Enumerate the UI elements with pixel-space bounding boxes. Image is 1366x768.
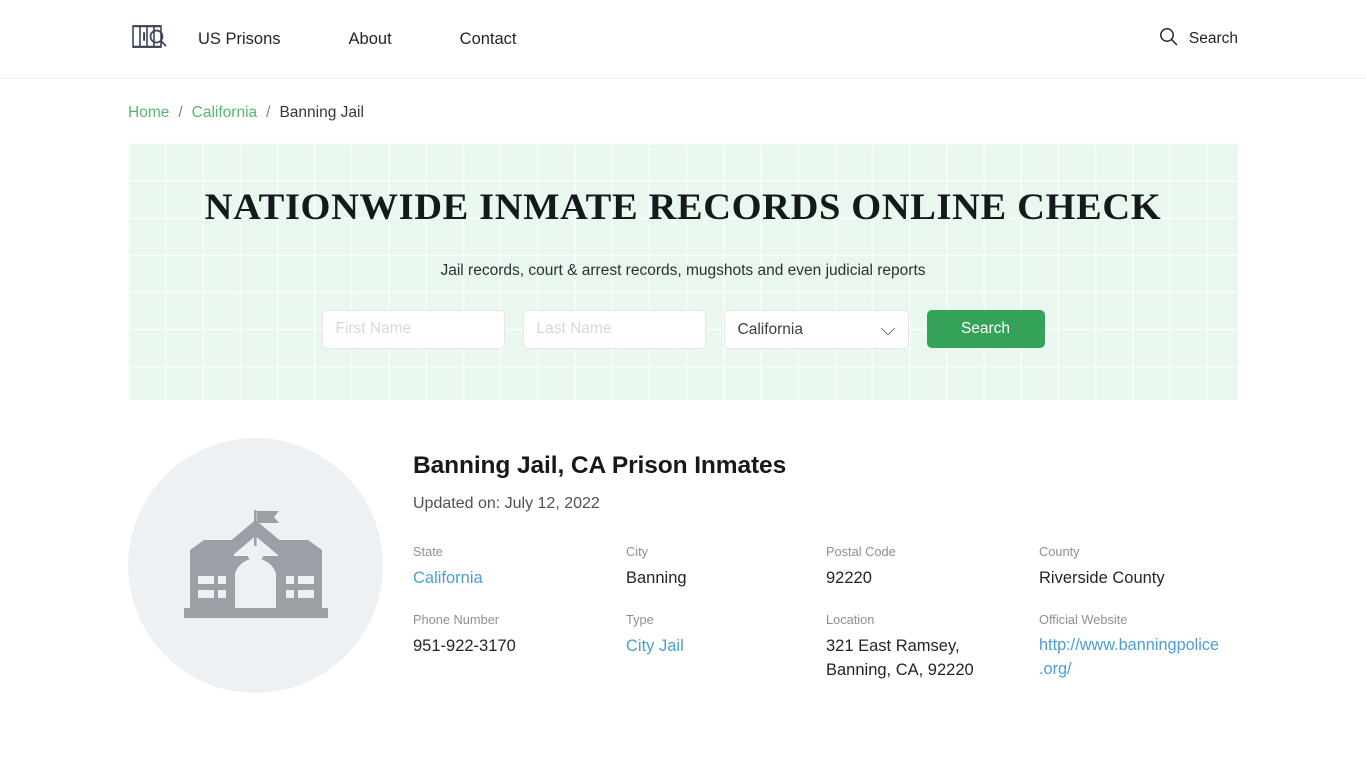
institution-building-icon xyxy=(182,502,330,629)
breadcrumb-item-home[interactable]: Home xyxy=(128,105,169,121)
state-link[interactable]: California xyxy=(413,569,483,587)
type-link[interactable]: City Jail xyxy=(626,637,684,655)
inmate-search-form: California Search xyxy=(128,309,1238,349)
fact-label: County xyxy=(1039,543,1080,559)
hero-title: NATIONWIDE INMATE RECORDS ONLINE CHECK xyxy=(204,186,1162,228)
fact-state: State California xyxy=(413,544,626,590)
header-search-label: Search xyxy=(1188,30,1238,47)
last-name-input[interactable] xyxy=(522,309,706,349)
hero-banner: NATIONWIDE INMATE RECORDS ONLINE CHECK J… xyxy=(128,142,1238,400)
fact-value: 92220 xyxy=(826,568,872,587)
facility-info-column: Banning Jail, CA Prison Inmates Updated … xyxy=(413,438,1254,683)
fact-value: 321 East Ramsey, Banning, CA, 92220 xyxy=(826,637,974,680)
search-icon xyxy=(1159,27,1178,51)
fact-type: Type City Jail xyxy=(626,612,826,683)
facility-detail: Banning Jail, CA Prison Inmates Updated … xyxy=(0,400,1366,693)
page-title: Banning Jail, CA Prison Inmates xyxy=(413,451,787,479)
hero-wrapper: NATIONWIDE INMATE RECORDS ONLINE CHECK J… xyxy=(0,121,1366,400)
fact-value: Riverside County xyxy=(1039,568,1165,587)
first-name-input[interactable] xyxy=(321,309,505,349)
nav-item-contact[interactable]: Contact xyxy=(460,31,517,48)
hero-content: NATIONWIDE INMATE RECORDS ONLINE CHECK J… xyxy=(128,143,1238,349)
fact-label: Phone Number xyxy=(413,611,500,627)
facility-photo-column xyxy=(128,437,413,693)
breadcrumb-separator: / xyxy=(178,104,183,121)
facility-facts-grid: State California City Banning Postal Cod… xyxy=(413,544,1254,683)
hero-subtitle: Jail records, court & arrest records, mu… xyxy=(440,261,926,279)
state-select[interactable]: California xyxy=(723,309,909,349)
breadcrumb-item-current: Banning Jail xyxy=(279,104,364,121)
facility-photo-placeholder xyxy=(128,437,383,693)
site-header: US Prisons About Contact Search xyxy=(0,0,1366,79)
site-logo[interactable] xyxy=(128,17,172,61)
nav-item-us-prisons[interactable]: US Prisons xyxy=(198,31,281,48)
breadcrumb-separator: / xyxy=(266,104,271,121)
fact-label: Type xyxy=(626,611,654,627)
fact-county: County Riverside County xyxy=(1039,544,1254,590)
fact-location: Location 321 East Ramsey, Banning, CA, 9… xyxy=(826,612,1039,683)
fact-official-website: Official Website http://www.banningpolic… xyxy=(1039,612,1254,683)
main-navigation: US Prisons About Contact xyxy=(198,31,517,48)
fact-value: California xyxy=(413,566,626,590)
search-submit-button[interactable]: Search xyxy=(926,310,1045,348)
jail-bars-magnifier-logo-icon xyxy=(130,22,170,57)
fact-label: City xyxy=(626,543,649,559)
fact-value: http://www.banningpolice.org/ xyxy=(1039,634,1221,682)
fact-value: 951-922-3170 xyxy=(413,637,516,656)
breadcrumb: Home / California / Banning Jail xyxy=(0,79,1366,121)
nav-item-about[interactable]: About xyxy=(349,31,392,48)
official-website-link[interactable]: http://www.banningpolice.org/ xyxy=(1039,636,1219,678)
updated-date: Updated on: July 12, 2022 xyxy=(413,494,600,512)
fact-value: Banning xyxy=(626,568,687,587)
fact-phone-number: Phone Number 951-922-3170 xyxy=(413,612,626,683)
fact-label: Location xyxy=(826,611,875,627)
breadcrumb-item-california[interactable]: California xyxy=(192,105,257,121)
header-search-toggle[interactable]: Search xyxy=(1159,27,1238,51)
fact-label: Postal Code xyxy=(826,543,896,559)
fact-value: City Jail xyxy=(626,634,826,658)
fact-city: City Banning xyxy=(626,544,826,590)
fact-label: State xyxy=(413,543,443,559)
fact-label: Official Website xyxy=(1039,611,1128,627)
fact-postal-code: Postal Code 92220 xyxy=(826,544,1039,590)
